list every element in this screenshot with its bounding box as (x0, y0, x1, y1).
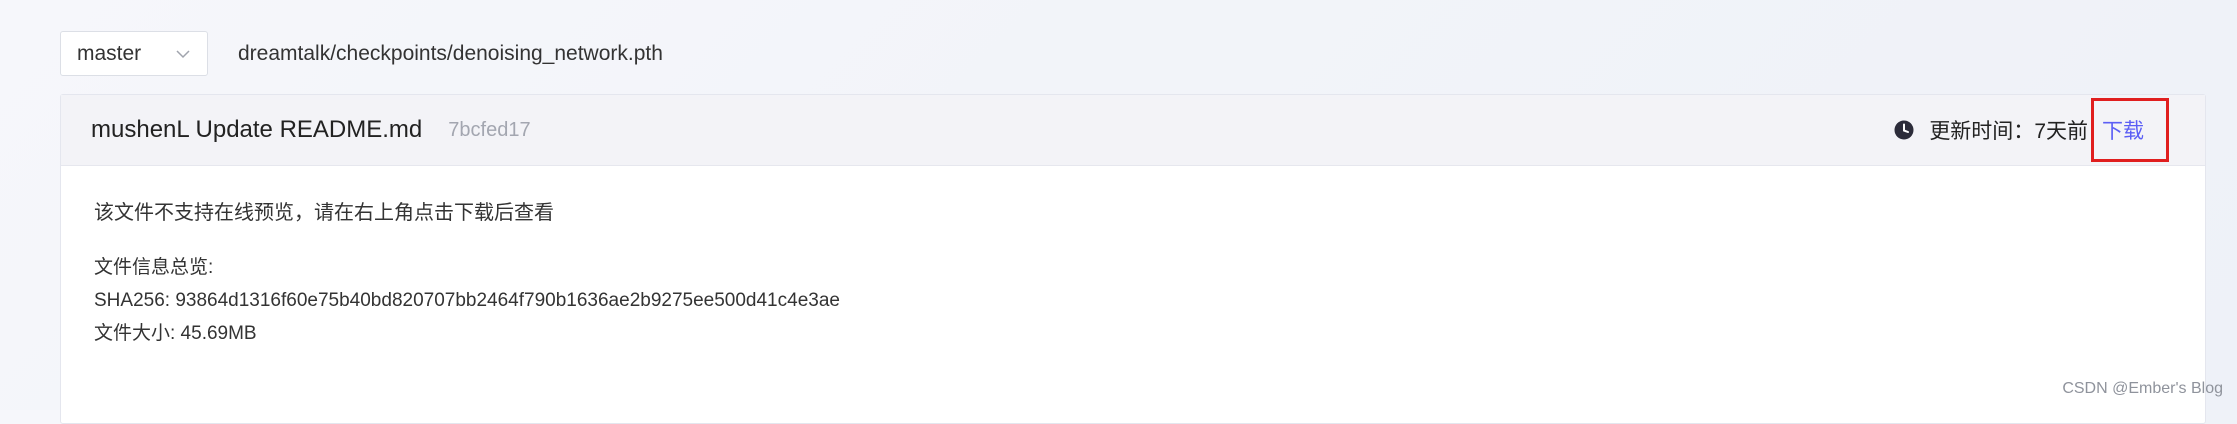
commit-hash[interactable]: 7bcfed17 (448, 119, 530, 142)
file-info-title: 文件信息总览: (94, 257, 214, 278)
file-preview-body: 该文件不支持在线预览，请在右上角点击下载后查看 文件信息总览: SHA256: … (61, 166, 2205, 376)
updated-time-value: 7天前 (2034, 120, 2088, 143)
file-card: mushenL Update README.md 7bcfed17 更新时间： … (60, 94, 2206, 424)
no-preview-notice: 该文件不支持在线预览，请在右上角点击下载后查看 (94, 202, 554, 224)
updated-time-label: 更新时间： (1929, 120, 2035, 143)
commit-meta: 更新时间： 7天前 下载 (1893, 95, 2169, 165)
file-toolbar: master dreamtalk/checkpoints/denoising_n… (60, 30, 663, 77)
watermark: CSDN @Ember's Blog (2062, 380, 2223, 397)
branch-select-value: master (77, 41, 142, 65)
file-size: 文件大小: 45.69MB (94, 323, 257, 344)
branch-select[interactable]: master (60, 31, 208, 76)
file-info: 文件信息总览: SHA256: 93864d1316f60e75b40bd820… (94, 251, 2172, 350)
download-link[interactable]: 下载 (2102, 115, 2144, 145)
commit-message: mushenL Update README.md (91, 116, 423, 143)
file-sha256: SHA256: 93864d1316f60e75b40bd820707bb246… (94, 290, 840, 311)
commit-header: mushenL Update README.md 7bcfed17 更新时间： … (61, 95, 2205, 166)
clock-icon (1893, 119, 1915, 141)
chevron-down-icon (175, 46, 191, 62)
download-highlight: 下载 (2091, 98, 2169, 162)
file-path: dreamtalk/checkpoints/denoising_network.… (238, 41, 663, 65)
